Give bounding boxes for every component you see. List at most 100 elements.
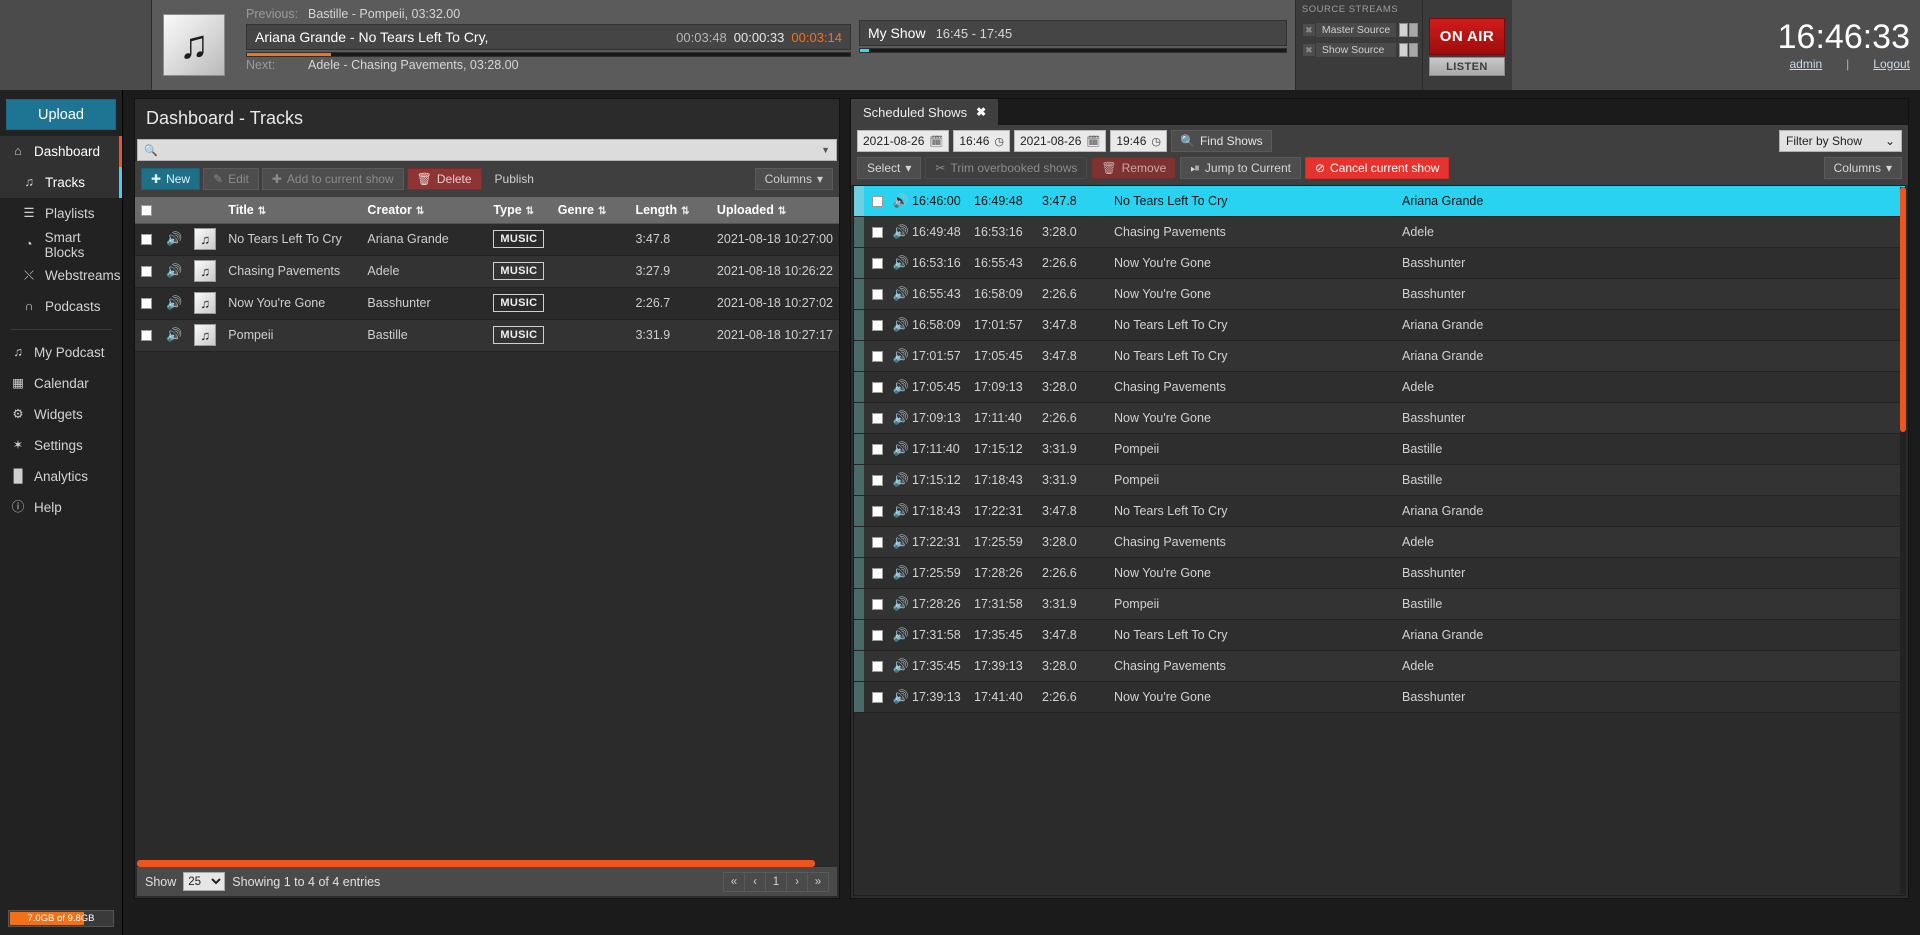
drag-handle[interactable] [854, 279, 864, 309]
row-preview-cell[interactable]: 🔊 [160, 319, 189, 352]
tracks-column-creator[interactable]: Creator ⇅ [361, 197, 488, 224]
tracks-column-uploaded[interactable]: Uploaded ⇅ [710, 197, 839, 224]
speaker-icon[interactable]: 🔊 [166, 295, 182, 310]
time-from-field[interactable]: 16:46 ◷ [953, 130, 1010, 152]
row-checkbox[interactable] [141, 330, 152, 342]
speaker-icon[interactable]: 🔊 [890, 193, 912, 209]
logout-link[interactable]: Logout [1873, 57, 1910, 71]
table-row[interactable]: 🔊 ♫ Now You're Gone Basshunter MUSIC 2:26.7 20… [135, 287, 839, 320]
scheduled-show-row[interactable]: 🔊 17:28:26 17:31:58 3:31.9 Pompeii Bastille [854, 589, 1905, 620]
delete-button[interactable]: 🗑 Delete [406, 168, 482, 190]
sidebar-item-playlists[interactable]: ☰ Playlists [0, 198, 122, 229]
speaker-icon[interactable]: 🔊 [890, 286, 912, 302]
scrollbar-thumb[interactable] [1900, 187, 1906, 432]
row-checkbox[interactable] [871, 691, 883, 703]
sidebar-item-my-podcast[interactable]: ♫ My Podcast [0, 337, 122, 368]
edit-button[interactable]: ✎ Edit [203, 168, 259, 190]
add-to-current-show-button[interactable]: ✚ Add to current show [261, 168, 404, 190]
admin-link[interactable]: admin [1789, 57, 1822, 71]
row-checkbox-cell[interactable] [864, 474, 890, 486]
on-air-button[interactable]: ON AIR [1428, 18, 1505, 55]
drag-handle[interactable] [854, 620, 864, 650]
tracks-column-genre[interactable]: Genre ⇅ [551, 197, 630, 224]
row-checkbox-cell[interactable] [864, 691, 890, 703]
row-preview-cell[interactable]: 🔊 [160, 287, 189, 320]
speaker-icon[interactable]: 🔊 [890, 689, 912, 705]
row-checkbox[interactable] [871, 474, 883, 486]
speaker-icon[interactable]: 🔊 [890, 565, 912, 581]
drag-handle[interactable] [854, 682, 864, 712]
row-checkbox[interactable] [871, 443, 883, 455]
table-row[interactable]: 🔊 ♫ No Tears Left To Cry Ariana Grande MUSIC… [135, 223, 839, 256]
scheduled-show-row[interactable]: 🔊 16:49:48 16:53:16 3:28.0 Chasing Pavements… [854, 217, 1905, 248]
row-checkbox[interactable] [871, 226, 883, 238]
close-icon[interactable]: ✖ [1301, 23, 1316, 37]
row-preview-cell[interactable]: 🔊 [160, 255, 189, 288]
pagination-button[interactable]: 1 [765, 871, 787, 892]
drag-handle[interactable] [854, 403, 864, 433]
speaker-icon[interactable]: 🔊 [890, 348, 912, 364]
row-checkbox-cell[interactable] [864, 567, 890, 579]
speaker-icon[interactable]: 🔊 [166, 231, 182, 246]
new-button[interactable]: ✚ New [141, 168, 201, 190]
tracks-search-bar[interactable]: 🔍 ▼ [137, 139, 837, 161]
scheduled-show-row[interactable]: 🔊 16:46:00 16:49:48 3:47.8 No Tears Left To … [854, 186, 1905, 217]
drag-handle[interactable] [854, 465, 864, 495]
source-stream-switch[interactable] [1398, 43, 1418, 57]
row-checkbox[interactable] [871, 195, 883, 207]
drag-handle[interactable] [854, 341, 864, 371]
scheduled-show-row[interactable]: 🔊 17:18:43 17:22:31 3:47.8 No Tears Left To … [854, 496, 1905, 527]
row-checkbox[interactable] [871, 381, 883, 393]
row-checkbox[interactable] [871, 660, 883, 672]
drag-handle[interactable] [854, 651, 864, 681]
row-checkbox[interactable] [871, 288, 883, 300]
row-checkbox[interactable] [871, 412, 883, 424]
speaker-icon[interactable]: 🔊 [166, 263, 182, 278]
sidebar-item-help[interactable]: ⓘ Help [0, 492, 122, 523]
drag-handle[interactable] [854, 589, 864, 619]
sidebar-item-analytics[interactable]: █ Analytics [0, 461, 122, 492]
pagination-button[interactable]: › [786, 871, 808, 892]
scheduled-show-row[interactable]: 🔊 17:11:40 17:15:12 3:31.9 Pompeii Bastille [854, 434, 1905, 465]
drag-handle[interactable] [854, 248, 864, 278]
cancel-current-show-button[interactable]: ⊘ Cancel current show [1304, 157, 1450, 179]
drag-handle[interactable] [854, 558, 864, 588]
source-stream-row[interactable]: ✖ Master Source [1296, 20, 1422, 40]
row-checkbox[interactable] [871, 350, 883, 362]
row-checkbox-cell[interactable] [864, 288, 890, 300]
time-to-field[interactable]: 19:46 ◷ [1110, 130, 1167, 152]
speaker-icon[interactable]: 🔊 [890, 379, 912, 395]
drag-handle[interactable] [854, 186, 864, 216]
close-icon[interactable]: ✖ [976, 105, 986, 119]
speaker-icon[interactable]: 🔊 [890, 534, 912, 550]
row-preview-cell[interactable]: 🔊 [160, 223, 189, 256]
row-checkbox-cell[interactable] [864, 381, 890, 393]
scheduled-show-row[interactable]: 🔊 17:05:45 17:09:13 3:28.0 Chasing Pavements… [854, 372, 1905, 403]
tracks-columns-button[interactable]: Columns ▾ [754, 168, 833, 190]
speaker-icon[interactable]: 🔊 [890, 658, 912, 674]
close-icon[interactable]: ✖ [1301, 43, 1316, 57]
tracks-horizontal-scrollbar[interactable] [137, 860, 815, 867]
row-checkbox-cell[interactable] [864, 412, 890, 424]
sidebar-item-settings[interactable]: ✶ Settings [0, 430, 122, 461]
speaker-icon[interactable]: 🔊 [890, 503, 912, 519]
sidebar-item-podcasts[interactable]: ∩ Podcasts [0, 291, 122, 322]
scheduled-show-row[interactable]: 🔊 17:35:45 17:39:13 3:28.0 Chasing Pavements… [854, 651, 1905, 682]
shows-vertical-scrollbar[interactable] [1900, 187, 1906, 894]
speaker-icon[interactable]: 🔊 [890, 224, 912, 240]
drag-handle[interactable] [854, 527, 864, 557]
speaker-icon[interactable]: 🔊 [890, 317, 912, 333]
row-checkbox[interactable] [871, 505, 883, 517]
drag-handle[interactable] [854, 217, 864, 247]
shows-columns-button[interactable]: Columns ▾ [1823, 157, 1902, 179]
row-checkbox[interactable] [141, 266, 152, 278]
row-checkbox[interactable] [871, 598, 883, 610]
date-to-field[interactable]: 2021-08-26 🗓 [1014, 130, 1107, 152]
row-checkbox[interactable] [871, 629, 883, 641]
drag-handle[interactable] [854, 434, 864, 464]
scheduled-show-row[interactable]: 🔊 17:25:59 17:28:26 2:26.6 Now You're Gone Ba… [854, 558, 1905, 589]
speaker-icon[interactable]: 🔊 [166, 327, 182, 342]
row-checkbox-cell[interactable] [864, 660, 890, 672]
row-checkbox-cell[interactable] [864, 505, 890, 517]
row-checkbox-cell[interactable] [135, 319, 161, 352]
